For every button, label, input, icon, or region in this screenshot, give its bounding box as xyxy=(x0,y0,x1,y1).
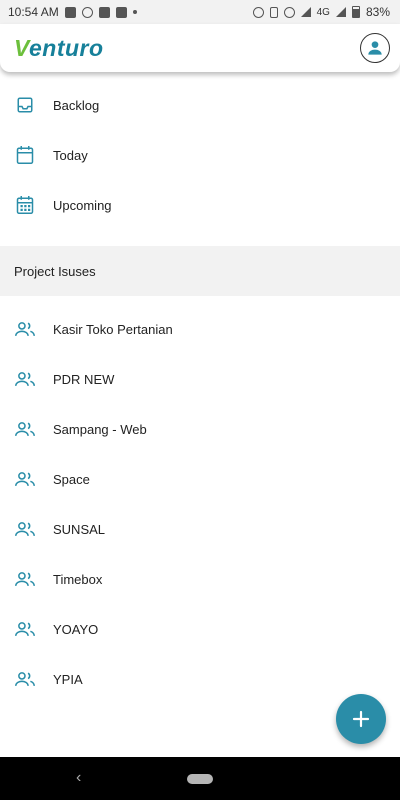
people-icon xyxy=(15,469,35,489)
wifi-signal-icon xyxy=(300,7,311,17)
add-button[interactable] xyxy=(336,694,386,744)
project-label: YOAYO xyxy=(53,621,99,637)
project-label: Timebox xyxy=(53,571,103,587)
calendar-grid-icon xyxy=(15,195,35,215)
clock-text: 10:54 AM xyxy=(8,5,59,19)
profile-button[interactable] xyxy=(360,33,390,63)
inbox-icon xyxy=(15,95,35,115)
project-item[interactable]: YPIA xyxy=(0,654,400,704)
section-header-project-issues: Project Isuses xyxy=(0,246,400,296)
logo-text: Venturo xyxy=(14,34,104,61)
back-icon[interactable]: ‹ xyxy=(76,769,81,787)
system-nav-bar: ‹ xyxy=(0,757,400,800)
project-item[interactable]: Kasir Toko Pertanian xyxy=(0,304,400,354)
project-label: Space xyxy=(53,471,90,487)
more-notifications-icon xyxy=(132,10,137,14)
project-label: YPIA xyxy=(53,671,83,687)
plus-icon xyxy=(352,710,370,728)
people-icon xyxy=(15,319,35,339)
youtube-icon-2 xyxy=(115,6,127,18)
section-title: Project Isuses xyxy=(14,263,96,279)
menu-item-today[interactable]: Today xyxy=(0,130,400,180)
people-icon xyxy=(15,669,35,689)
hotspot-icon xyxy=(283,6,295,18)
project-label: SUNSAL xyxy=(53,521,106,537)
menu-item-label: Upcoming xyxy=(53,197,112,213)
home-pill-button[interactable] xyxy=(187,773,213,784)
people-icon xyxy=(15,369,35,389)
project-item[interactable]: PDR NEW xyxy=(0,354,400,404)
project-item[interactable]: Timebox xyxy=(0,554,400,604)
project-item[interactable]: YOAYO xyxy=(0,604,400,654)
battery-percent-text: 83% xyxy=(365,5,390,19)
menu-item-backlog[interactable]: Backlog xyxy=(0,80,400,130)
account-icon xyxy=(368,41,382,55)
people-icon xyxy=(15,419,35,439)
menu-item-upcoming[interactable]: Upcoming xyxy=(0,180,400,230)
menu-item-label: Today xyxy=(53,147,88,163)
app-bar: Venturo xyxy=(0,24,400,72)
status-bar: 10:54 AM 4G 83% xyxy=(0,0,400,24)
youtube-icon xyxy=(98,6,110,18)
project-list: Kasir Toko Pertanian PDR NEW Sampang - W… xyxy=(0,304,400,704)
whatsapp-icon xyxy=(81,6,93,18)
project-label: Sampang - Web xyxy=(53,421,147,437)
menu-item-label: Backlog xyxy=(53,97,100,113)
project-item[interactable]: Space xyxy=(0,454,400,504)
drawer-content: Backlog Today Upcoming Project Isuses Ka… xyxy=(0,72,400,704)
people-icon xyxy=(15,569,35,589)
battery-icon xyxy=(351,6,360,18)
project-item[interactable]: SUNSAL xyxy=(0,504,400,554)
calendar-blank-icon xyxy=(15,145,35,165)
project-label: PDR NEW xyxy=(53,371,115,387)
people-icon xyxy=(15,619,35,639)
image-notification-icon xyxy=(64,6,76,18)
network-type-text: 4G xyxy=(316,6,330,18)
venturo-logo: Venturo xyxy=(14,35,104,62)
people-icon xyxy=(15,519,35,539)
vibrate-icon xyxy=(269,6,278,18)
cell-signal-icon xyxy=(335,7,346,17)
alarm-icon xyxy=(252,6,264,18)
project-label: Kasir Toko Pertanian xyxy=(53,321,173,337)
project-item[interactable]: Sampang - Web xyxy=(0,404,400,454)
